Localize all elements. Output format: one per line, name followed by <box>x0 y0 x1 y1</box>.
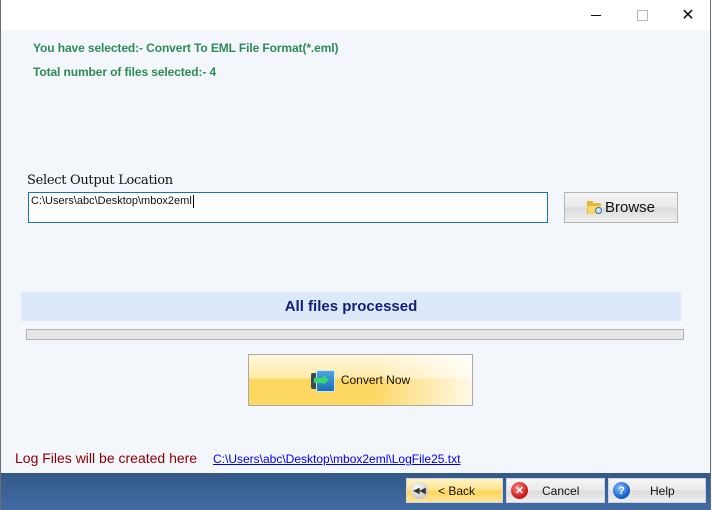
cancel-button-label: Cancel <box>542 483 580 498</box>
help-icon: ? <box>613 482 630 499</box>
minimize-button[interactable] <box>573 0 619 30</box>
output-location-input[interactable]: C:\Users\abc\Desktop\mbox2eml <box>28 192 548 223</box>
selected-format-text: You have selected:- Convert To EML File … <box>33 41 339 55</box>
minimize-icon <box>591 14 601 16</box>
progress-bar <box>26 329 684 340</box>
convert-now-button[interactable]: Convert Now <box>248 354 473 406</box>
cancel-button[interactable]: ✕ Cancel <box>506 478 605 503</box>
status-message: All files processed <box>284 298 418 315</box>
back-button-label: < Back <box>438 483 476 498</box>
output-location-label: Select Output Location <box>27 173 173 188</box>
close-button[interactable]: ✕ <box>665 0 711 30</box>
status-banner: All files processed <box>21 292 681 321</box>
help-button[interactable]: ? Help <box>608 478 706 503</box>
text-caret <box>192 195 194 208</box>
browse-button[interactable]: Browse <box>564 192 678 223</box>
convert-now-label: Convert Now <box>340 373 411 387</box>
close-icon: ✕ <box>681 5 695 24</box>
rewind-icon: ◀◀ <box>411 482 428 499</box>
folder-search-icon <box>586 200 603 215</box>
log-files-label: Log Files will be created here <box>15 450 198 466</box>
total-files-text: Total number of files selected:- 4 <box>33 65 217 79</box>
title-bar: ✕ <box>0 0 712 30</box>
browse-button-label: Browse <box>604 199 656 216</box>
help-button-label: Help <box>650 483 675 498</box>
log-file-link[interactable]: C:\Users\abc\Desktop\mbox2eml\LogFile25.… <box>213 452 460 466</box>
maximize-button[interactable] <box>619 0 665 30</box>
cancel-icon: ✕ <box>511 482 528 499</box>
output-location-value: C:\Users\abc\Desktop\mbox2eml <box>31 195 192 207</box>
back-button[interactable]: ◀◀ < Back <box>406 478 503 503</box>
convert-icon <box>310 369 335 392</box>
maximize-icon <box>636 9 648 21</box>
